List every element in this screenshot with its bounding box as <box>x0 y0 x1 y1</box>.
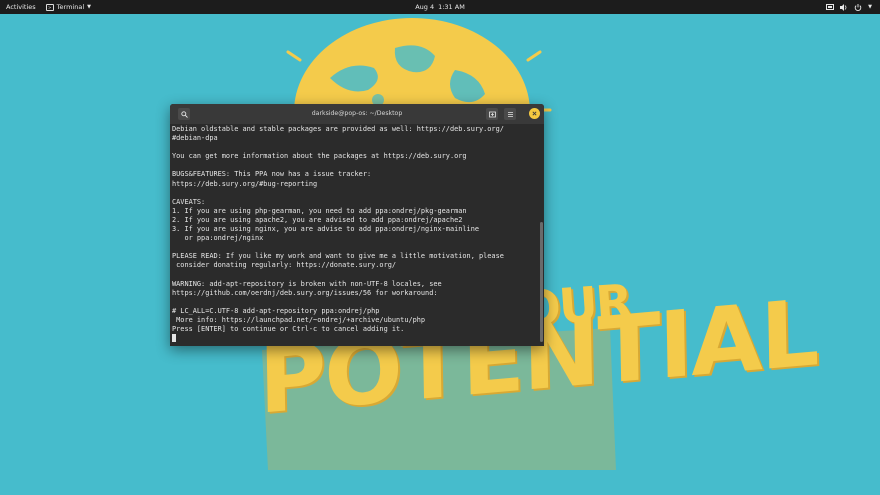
search-button[interactable] <box>178 108 190 120</box>
clock-time: 1:31 AM <box>438 3 465 11</box>
dropdown-icon: ▼ <box>868 4 872 10</box>
activities-button[interactable]: Activities <box>6 3 36 11</box>
terminal-titlebar[interactable]: darkside@pop-os: ~/Desktop <box>170 104 544 124</box>
new-tab-button[interactable] <box>486 108 498 120</box>
terminal-line: You can get more information about the p… <box>172 152 467 161</box>
terminal-line: #debian-dpa <box>172 134 218 143</box>
terminal-line: consider donating regularly: https://don… <box>172 261 397 270</box>
terminal-line: BUGS&FEATURES: This PPA now has a issue … <box>172 170 372 179</box>
terminal-line: 3. If you are using nginx, you are advis… <box>172 225 479 234</box>
terminal-line: # LC_ALL=C.UTF-8 add-apt-repository ppa:… <box>172 306 380 315</box>
terminal-line: or ppa:ondrej/nginx <box>172 234 264 243</box>
terminal-line: WARNING: add-apt-repository is broken wi… <box>172 279 442 288</box>
terminal-prompt-line[interactable] <box>172 334 538 343</box>
close-icon <box>532 111 537 116</box>
new-tab-icon <box>488 111 496 117</box>
close-button[interactable] <box>529 108 540 119</box>
menu-icon <box>507 111 513 117</box>
top-bar: Activities > Terminal ▼ Aug 4 1:31 AM ▼ <box>0 0 880 14</box>
app-menu-label: Terminal <box>56 3 85 11</box>
terminal-line: https://deb.sury.org/#bug-reporting <box>172 179 318 188</box>
menu-button[interactable] <box>504 108 516 120</box>
terminal-line: CAVEATS: <box>172 197 206 206</box>
search-icon <box>180 110 188 118</box>
clock-date: Aug 4 <box>415 3 435 11</box>
terminal-line: Debian oldstable and stable packages are… <box>172 125 504 133</box>
terminal-output[interactable]: Debian oldstable and stable packages are… <box>170 124 538 346</box>
chevron-down-icon: ▼ <box>87 4 91 10</box>
power-icon <box>854 3 862 11</box>
clock-button[interactable]: Aug 4 1:31 AM <box>0 0 880 14</box>
volume-icon <box>840 3 847 11</box>
terminal-line: Press [ENTER] to continue or Ctrl-c to c… <box>172 325 405 334</box>
terminal-line: 2. If you are using apache2, you are adv… <box>172 215 463 224</box>
terminal-scrollbar[interactable] <box>540 222 543 342</box>
screen-icon <box>826 3 835 10</box>
terminal-icon: > <box>45 3 54 11</box>
app-menu-button[interactable]: > Terminal ▼ <box>45 3 91 11</box>
terminal-line: More info: https://launchpad.net/~ondrej… <box>172 315 426 324</box>
top-bar-left: Activities > Terminal ▼ <box>6 0 91 14</box>
terminal-window[interactable]: darkside@pop-os: ~/Desktop Debian oldsta… <box>170 104 544 346</box>
system-menu-button[interactable]: ▼ <box>826 0 872 14</box>
text-cursor <box>172 334 176 343</box>
terminal-line: https://github.com/oerdnj/deb.sury.org/i… <box>172 288 438 297</box>
terminal-line: PLEASE READ: If you like my work and wan… <box>172 252 504 261</box>
terminal-line: 1. If you are using php-gearman, you nee… <box>172 206 467 215</box>
